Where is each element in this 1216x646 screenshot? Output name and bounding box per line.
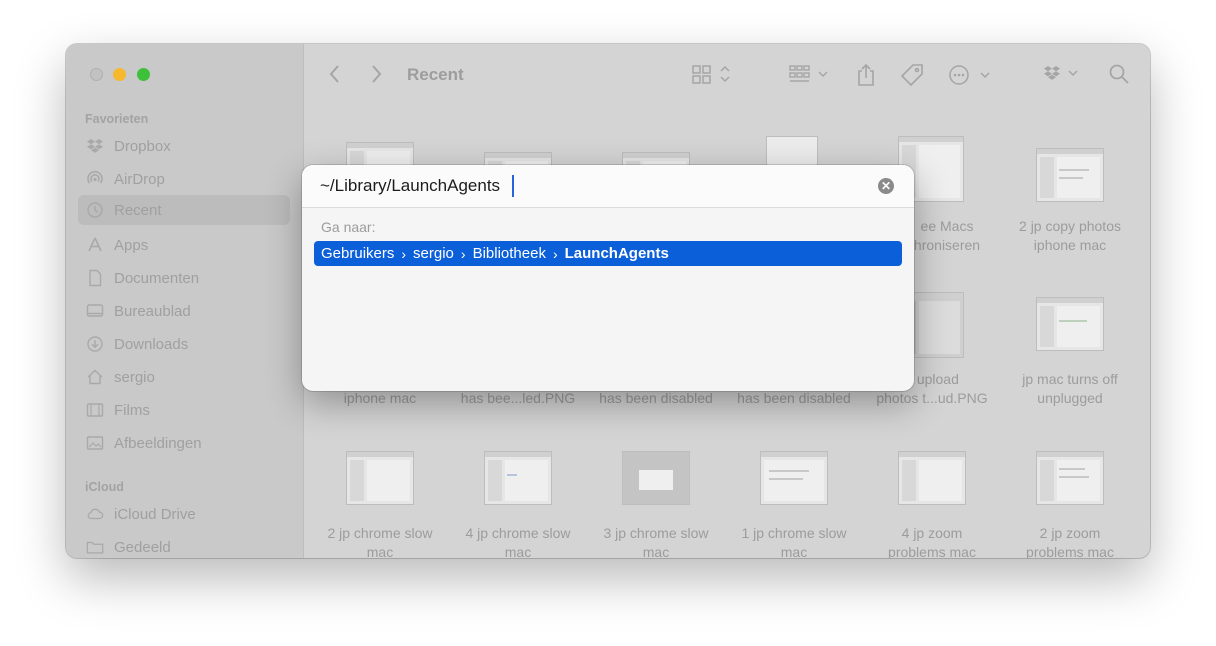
sidebar-item-recent[interactable]: Recent xyxy=(78,195,290,225)
zoom-window-button[interactable] xyxy=(137,68,150,81)
path-suggestion[interactable]: Gebruikers › sergio › Bibliotheek › Laun… xyxy=(314,241,902,266)
sidebar-item-label: Dropbox xyxy=(114,137,171,155)
sidebar-item-label: AirDrop xyxy=(114,170,165,188)
sidebar-item-label: Recent xyxy=(114,201,162,219)
sidebar-item-label: Apps xyxy=(114,236,149,254)
sidebar-item-label: Films xyxy=(114,401,150,419)
window-title: Recent xyxy=(407,65,464,84)
image-icon xyxy=(86,434,104,452)
film-icon xyxy=(86,401,104,419)
dropbox-icon xyxy=(86,137,104,155)
file-thumbnail[interactable] xyxy=(1036,297,1104,351)
file-caption: 2 jp copy photos iphone mac xyxy=(1019,218,1121,253)
file-caption: iphone mac xyxy=(343,390,417,406)
icon-view-icon[interactable] xyxy=(691,63,733,85)
file-thumbnail[interactable] xyxy=(1036,148,1104,202)
sidebar-item-bureaublad[interactable]: Bureaublad xyxy=(78,296,290,326)
download-icon xyxy=(86,335,104,353)
sidebar-item-label: Documenten xyxy=(114,269,200,287)
file-thumbnail[interactable] xyxy=(346,451,414,505)
file-thumbnail[interactable] xyxy=(484,451,552,505)
file-caption: has bee...led.PNG xyxy=(460,390,576,406)
file-caption: 1 jp chrome slow mac xyxy=(741,525,847,558)
sidebar-item-label: sergio xyxy=(114,368,155,386)
file-thumbnail[interactable] xyxy=(1036,451,1104,505)
toolbar: Recent xyxy=(304,44,1150,106)
more-icon[interactable] xyxy=(947,63,991,87)
file-caption: jp mac turns off unplugged xyxy=(1022,371,1118,406)
path-segment-current: LaunchAgents xyxy=(564,245,669,262)
sidebar-item-airdrop[interactable]: AirDrop xyxy=(78,164,290,194)
clear-icon[interactable]: ✕ xyxy=(878,178,894,194)
file-caption: 4 jp zoom problems mac xyxy=(888,525,976,558)
sidebar-item-gedeeld[interactable]: Gedeeld xyxy=(78,532,290,558)
sidebar-section-icloud: iCloud xyxy=(85,480,124,494)
file-thumbnail[interactable] xyxy=(622,451,690,505)
airdrop-icon xyxy=(86,170,104,188)
chevron-right-icon: › xyxy=(460,245,466,262)
sidebar-item-downloads[interactable]: Downloads xyxy=(78,329,290,359)
group-icon[interactable] xyxy=(788,63,832,85)
dropbox-icon[interactable] xyxy=(1042,63,1082,85)
share-icon[interactable] xyxy=(856,63,876,87)
text-caret xyxy=(512,175,514,197)
sidebar-item-label: iCloud Drive xyxy=(114,505,196,523)
file-caption: has been disabled xyxy=(737,390,851,406)
sidebar-item-apps[interactable]: Apps xyxy=(78,230,290,260)
sidebar-item-dropbox[interactable]: Dropbox xyxy=(78,131,290,161)
sidebar-item-films[interactable]: Films xyxy=(78,395,290,425)
desktop-icon xyxy=(86,302,104,320)
sidebar: Favorieten Dropbox AirDrop Recent Apps D… xyxy=(66,44,304,558)
go-to-folder-dialog: ✕ Ga naar: Gebruikers › sergio › Bibliot… xyxy=(302,165,914,391)
forward-icon[interactable] xyxy=(369,63,383,85)
clock-icon xyxy=(86,201,104,219)
path-field: ✕ xyxy=(302,165,914,208)
file-thumbnail[interactable] xyxy=(898,451,966,505)
chevron-right-icon: › xyxy=(552,245,558,262)
search-icon[interactable] xyxy=(1108,63,1130,85)
file-caption: 4 jp chrome slow mac xyxy=(465,525,571,558)
path-segment: Gebruikers xyxy=(321,245,395,262)
sidebar-item-documenten[interactable]: Documenten xyxy=(78,263,290,293)
goto-label: Ga naar: xyxy=(321,219,376,235)
sidebar-item-label: Gedeeld xyxy=(114,538,171,556)
sidebar-item-label: Bureaublad xyxy=(114,302,191,320)
sidebar-item-label: Afbeeldingen xyxy=(114,434,202,452)
sidebar-item-afbeeldingen[interactable]: Afbeeldingen xyxy=(78,428,290,458)
document-icon xyxy=(86,269,104,287)
sidebar-section-favorites: Favorieten xyxy=(85,112,149,126)
file-thumbnail[interactable] xyxy=(760,451,828,505)
file-caption: 3 jp chrome slow mac xyxy=(603,525,709,558)
path-segment: Bibliotheek xyxy=(472,245,546,262)
file-caption: 2 jp zoom problems mac xyxy=(1026,525,1114,558)
file-caption: 2 jp chrome slow mac xyxy=(327,525,433,558)
path-segment: sergio xyxy=(413,245,454,262)
file-caption: has been disabled xyxy=(599,390,713,406)
shared-folder-icon xyxy=(86,538,104,556)
tag-icon[interactable] xyxy=(900,63,924,87)
sidebar-item-label: Downloads xyxy=(114,335,189,353)
home-icon xyxy=(86,368,104,386)
sidebar-item-sergio[interactable]: sergio xyxy=(78,362,290,392)
apps-icon xyxy=(86,236,104,254)
sidebar-item-icloud-drive[interactable]: iCloud Drive xyxy=(78,499,290,529)
path-input[interactable] xyxy=(320,173,860,199)
close-window-button[interactable] xyxy=(90,68,103,81)
chevron-right-icon: › xyxy=(401,245,407,262)
back-icon[interactable] xyxy=(328,63,342,85)
cloud-icon xyxy=(86,505,104,523)
minimize-window-button[interactable] xyxy=(113,68,126,81)
